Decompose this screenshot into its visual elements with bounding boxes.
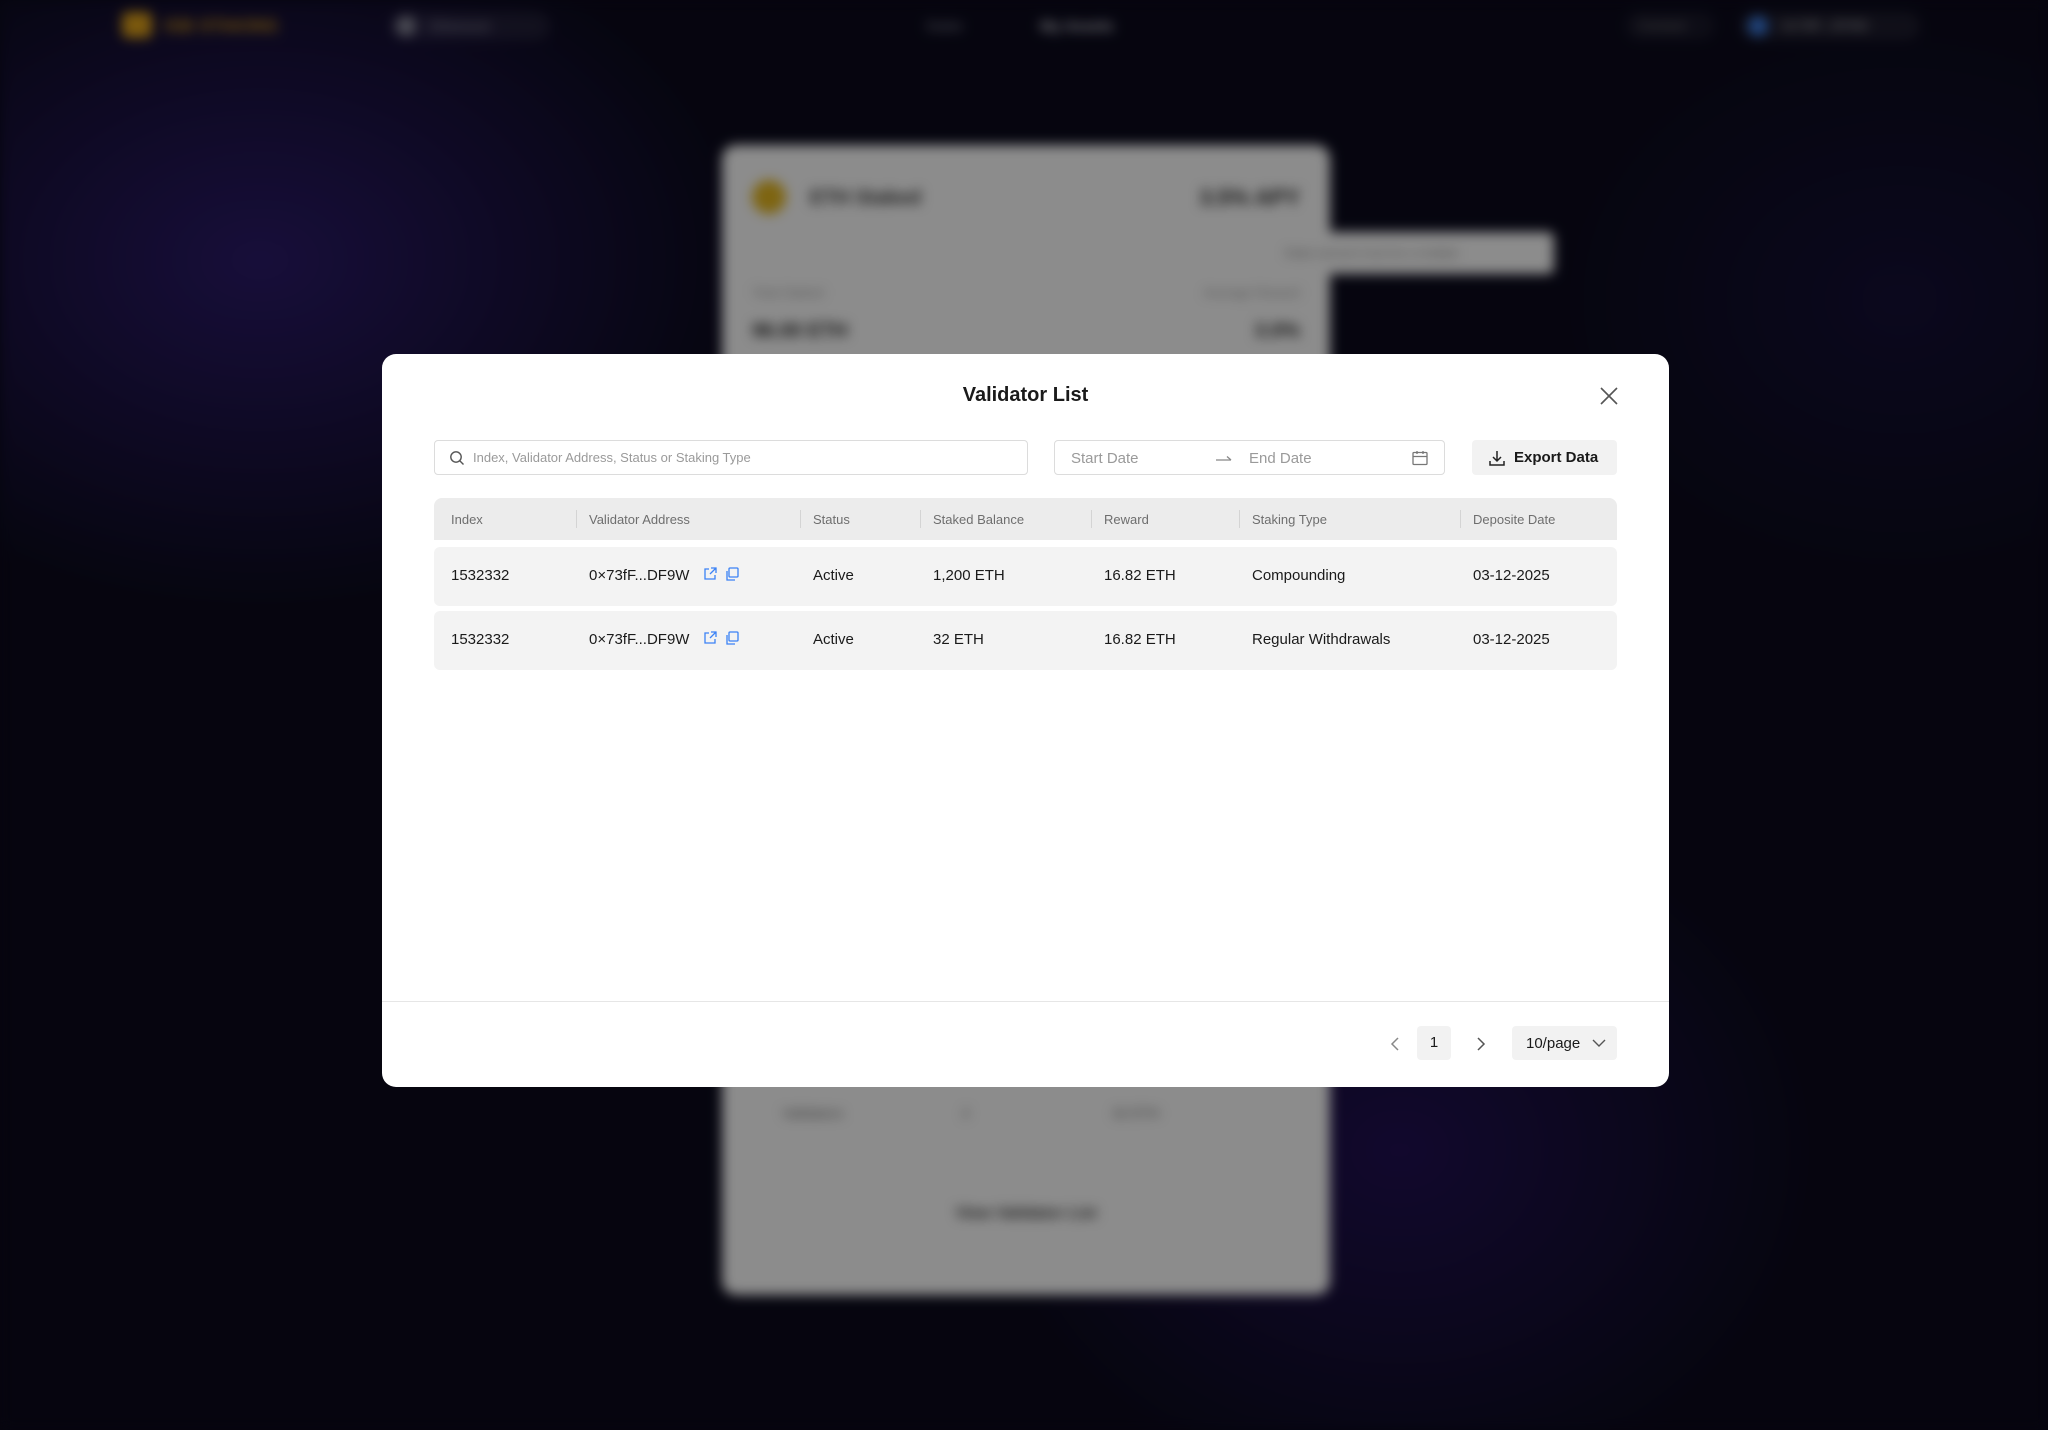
search-input[interactable] [473, 450, 1013, 465]
start-date-input[interactable]: Start Date [1071, 450, 1139, 467]
cell-validator-address: 0×73fF...DF9W [589, 567, 690, 584]
cell-status: Active [813, 567, 854, 584]
chevron-down-icon [1592, 1039, 1606, 1047]
cell-validator-address: 0×73fF...DF9W [589, 631, 690, 648]
export-data-label: Export Data [1514, 449, 1599, 466]
footer-divider [382, 1001, 1669, 1002]
cell-reward: 16.82 ETH [1104, 631, 1176, 648]
close-icon[interactable] [1598, 385, 1620, 407]
cell-status: Active [813, 631, 854, 648]
column-divider [1460, 510, 1461, 528]
column-header-status[interactable]: Status [813, 512, 850, 527]
external-link-icon[interactable] [702, 566, 718, 582]
calendar-icon [1412, 451, 1428, 466]
column-header-validator-address[interactable]: Validator Address [589, 512, 690, 527]
cell-index: 1532332 [451, 567, 510, 584]
cell-staking-type: Regular Withdrawals [1252, 631, 1391, 648]
page-size-label: 10/page [1526, 1035, 1581, 1052]
table-header: Index Validator Address Status Staked Ba… [434, 498, 1617, 540]
search-icon [450, 450, 464, 465]
export-data-button[interactable]: Export Data [1472, 440, 1617, 475]
cell-staked-balance: 32 ETH [933, 631, 984, 648]
column-header-staking-type[interactable]: Staking Type [1252, 512, 1327, 527]
column-divider [576, 510, 577, 528]
cell-staked-balance: 1,200 ETH [933, 567, 1005, 584]
cell-staking-type: Compounding [1252, 567, 1346, 584]
date-range-picker[interactable]: Start Date End Date [1054, 440, 1445, 475]
chevron-left-icon[interactable] [1384, 1032, 1408, 1056]
page-size-select[interactable]: 10/page [1512, 1026, 1617, 1060]
column-header-staked-balance[interactable]: Staked Balance [933, 512, 1024, 527]
pagination-page-1[interactable]: 1 [1417, 1026, 1451, 1060]
cell-deposit-date: 03-12-2025 [1473, 631, 1550, 648]
column-header-reward[interactable]: Reward [1104, 512, 1149, 527]
chevron-right-icon[interactable] [1468, 1032, 1492, 1056]
arrow-right-icon [1216, 456, 1232, 461]
address-actions [702, 630, 740, 646]
cell-deposit-date: 03-12-2025 [1473, 567, 1550, 584]
modal-title: Validator List [962, 384, 1089, 406]
external-link-icon[interactable] [702, 630, 718, 646]
table-row: 1532332 0×73fF...DF9W Active 1,200 ETH 1… [434, 547, 1617, 606]
table-row: 1532332 0×73fF...DF9W Active 32 ETH 16.8… [434, 611, 1617, 670]
address-actions [702, 566, 740, 582]
column-divider [1239, 510, 1240, 528]
copy-icon[interactable] [724, 566, 740, 582]
cell-reward: 16.82 ETH [1104, 567, 1176, 584]
copy-icon[interactable] [724, 630, 740, 646]
column-divider [920, 510, 921, 528]
column-divider [800, 510, 801, 528]
search-field[interactable] [434, 440, 1028, 475]
cell-index: 1532332 [451, 631, 510, 648]
column-divider [1091, 510, 1092, 528]
column-header-index[interactable]: Index [451, 512, 483, 527]
download-icon [1489, 450, 1505, 466]
end-date-input[interactable]: End Date [1249, 450, 1312, 467]
validator-list-modal: Validator List Start Date End Date Expor… [382, 354, 1669, 1087]
column-header-deposit-date[interactable]: Deposite Date [1473, 512, 1555, 527]
